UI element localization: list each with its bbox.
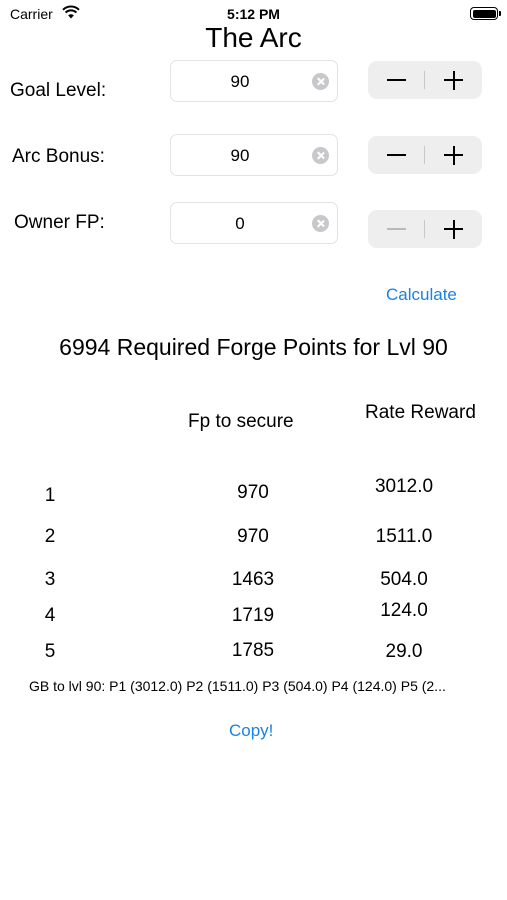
minus-icon [387,154,406,156]
arc-bonus-label: Arc Bonus: [12,146,105,167]
arc-bonus-field[interactable]: 90 [170,134,338,176]
owner-fp-increment-button[interactable] [425,210,482,248]
rank-cell: 4 [44,605,56,626]
result-text: 6994 Required Forge Points for Lvl 90 [59,334,448,360]
rate-reward-header: Rate Reward [365,402,476,423]
copy-button[interactable]: Copy! [229,721,273,741]
fp-cell: 970 [237,482,269,503]
goal-level-increment-button[interactable] [425,61,482,99]
calculate-button[interactable]: Calculate [386,285,457,305]
arc-bonus-decrement-button[interactable] [368,136,425,174]
fp-cell: 970 [237,526,269,547]
arc-bonus-increment-button[interactable] [425,136,482,174]
reward-cell: 504.0 [380,569,428,590]
fp-to-secure-header: Fp to secure [188,411,294,432]
owner-fp-decrement-button[interactable] [368,210,425,248]
owner-fp-field[interactable]: 0 [170,202,338,244]
goal-level-field[interactable]: 90 [170,60,338,102]
clear-icon[interactable] [312,215,329,232]
arc-bonus-value[interactable]: 90 [171,146,309,166]
fp-cell: 1719 [231,605,275,626]
fp-cell: 1785 [231,640,275,661]
minus-icon [387,228,406,230]
goal-level-label: Goal Level: [10,80,107,101]
fp-cell: 1463 [231,569,275,590]
owner-fp-label: Owner FP: [14,212,105,233]
goal-level-decrement-button[interactable] [368,61,425,99]
rank-cell: 3 [44,569,56,590]
clear-icon[interactable] [312,73,329,90]
goal-level-stepper[interactable] [368,61,482,99]
clock: 5:12 PM [227,6,280,22]
summary-text: GB to lvl 90: P1 (3012.0) P2 (1511.0) P3… [29,678,446,694]
rank-cell: 2 [44,526,56,547]
reward-cell: 1511.0 [375,526,433,547]
owner-fp-value[interactable]: 0 [171,214,309,234]
battery-icon [470,7,501,20]
rank-cell: 5 [44,641,56,662]
page-title: The Arc [205,22,302,53]
reward-cell: 124.0 [380,600,428,621]
owner-fp-stepper[interactable] [368,210,482,248]
plus-icon [444,220,463,239]
plus-icon [444,146,463,165]
rank-cell: 1 [44,485,56,506]
reward-cell: 3012.0 [374,476,434,497]
clear-icon[interactable] [312,147,329,164]
reward-cell: 29.0 [385,641,423,662]
goal-level-value[interactable]: 90 [171,72,309,92]
arc-bonus-stepper[interactable] [368,136,482,174]
minus-icon [387,79,406,81]
plus-icon [444,71,463,90]
